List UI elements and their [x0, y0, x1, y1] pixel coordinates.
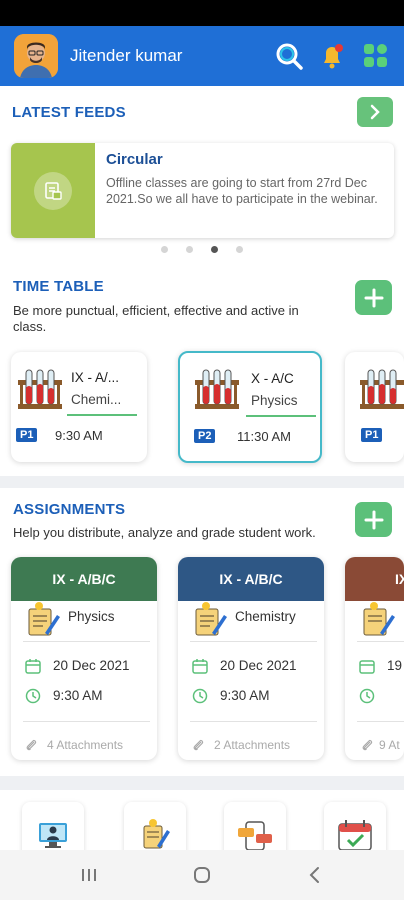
timetable-time: 9:30 AM — [55, 428, 103, 443]
bell-icon[interactable] — [316, 40, 348, 72]
divider — [357, 721, 404, 722]
assignments-description: Help you distribute, analyze and grade s… — [13, 525, 316, 540]
assignment-class: IX — [345, 557, 404, 601]
feed-heading: Circular — [106, 151, 163, 168]
system-navigation-bar — [0, 850, 404, 900]
calendar-icon — [25, 658, 41, 679]
clock-icon — [192, 688, 208, 709]
divider — [67, 414, 137, 416]
feed-image — [11, 143, 95, 238]
avatar[interactable] — [14, 34, 58, 78]
timetable-card[interactable]: IX - A/... Chemi... P1 9:30 AM — [11, 352, 147, 462]
feeds-next-button[interactable] — [357, 97, 393, 127]
clock-icon — [359, 688, 375, 709]
assignment-icon — [143, 819, 170, 849]
divider — [23, 641, 150, 642]
assignment-attachments[interactable]: 2 Attachments — [214, 738, 290, 752]
latest-feeds-section: LATEST FEEDS Circular Offline classes ar… — [0, 86, 404, 264]
assignment-subject: Chemistry — [235, 609, 296, 624]
divider — [357, 641, 404, 642]
period-badge: P1 — [16, 428, 38, 442]
add-timetable-button[interactable] — [355, 280, 392, 315]
divider — [246, 415, 316, 417]
assignment-icon — [358, 601, 398, 639]
clock-icon — [25, 688, 41, 709]
timetable-card-selected[interactable]: X - A/C Physics P2 11:30 AM — [178, 351, 322, 463]
assignment-date: 20 Dec 2021 — [220, 658, 297, 673]
home-icon[interactable] — [187, 862, 217, 888]
app-header: Jitender kumar — [0, 26, 404, 86]
pagination-dot[interactable] — [186, 246, 193, 253]
assignment-card[interactable]: IX - A/B/C Physics 20 Dec 2021 9:30 AM 4… — [11, 557, 157, 760]
chat-icon — [238, 821, 272, 851]
test-tubes-icon — [193, 366, 241, 417]
assignment-icon — [23, 601, 63, 639]
paperclip-icon — [25, 738, 37, 757]
timetable-description: Be more punctual, efficient, effective a… — [13, 303, 299, 334]
calendar-icon — [359, 658, 375, 679]
assignment-card[interactable]: IX 19 I — [345, 557, 404, 760]
assignment-attachments[interactable]: 9 At — [379, 738, 400, 752]
timetable-section: TIME TABLE Be more punctual, efficient, … — [0, 264, 404, 476]
timetable-subject: Chemi... — [71, 392, 122, 407]
notification-badge — [335, 44, 343, 52]
divider — [190, 641, 317, 642]
paperclip-icon — [361, 738, 373, 757]
apps-icon[interactable] — [360, 40, 392, 72]
assignment-date: 19 I — [387, 658, 404, 673]
recent-apps-icon[interactable] — [74, 862, 104, 888]
divider — [190, 721, 317, 722]
timetable-time: 11:30 AM — [237, 429, 291, 444]
search-icon[interactable] — [273, 40, 305, 72]
chevron-right-icon — [370, 104, 380, 120]
timetable-title: TIME TABLE — [13, 278, 104, 295]
assignment-attachments[interactable]: 4 Attachments — [47, 738, 123, 752]
user-name: Jitender kumar — [70, 46, 183, 65]
assignment-card[interactable]: IX - A/B/C Chemistry 20 Dec 2021 9:30 AM… — [178, 557, 324, 760]
pagination-dot[interactable] — [161, 246, 168, 253]
online-class-icon — [39, 823, 67, 848]
pagination-dot-active[interactable] — [211, 246, 218, 253]
add-assignment-button[interactable] — [355, 502, 392, 537]
timetable-subject: Physics — [251, 393, 298, 408]
test-tubes-icon — [16, 366, 64, 417]
document-icon — [45, 181, 62, 200]
feeds-title: LATEST FEEDS — [12, 104, 126, 121]
timetable-class: IX - A/... — [71, 370, 120, 385]
period-badge: P2 — [194, 429, 216, 443]
assignment-time: 9:30 AM — [53, 688, 103, 703]
assignments-title: ASSIGNMENTS — [13, 501, 126, 518]
calendar-icon — [338, 820, 372, 851]
assignment-time: 9:30 AM — [220, 688, 270, 703]
assignment-icon — [190, 601, 230, 639]
assignment-subject: Physics — [68, 609, 115, 624]
calendar-icon — [192, 658, 208, 679]
period-badge: P1 — [361, 428, 383, 442]
status-bar — [0, 0, 404, 26]
back-icon[interactable] — [300, 862, 330, 888]
feed-card[interactable]: Circular Offline classes are going to st… — [11, 143, 394, 238]
assignments-section: ASSIGNMENTS Help you distribute, analyze… — [0, 488, 404, 776]
feed-body: Offline classes are going to start from … — [106, 176, 378, 206]
test-tubes-icon — [358, 366, 404, 417]
feed-pagination — [0, 246, 404, 253]
timetable-class: X - A/C — [251, 371, 294, 386]
assignment-date: 20 Dec 2021 — [53, 658, 130, 673]
assignment-class: IX - A/B/C — [178, 557, 324, 601]
plus-icon — [364, 288, 383, 307]
divider — [23, 721, 150, 722]
quick-links-section — [0, 790, 404, 864]
paperclip-icon — [192, 738, 204, 757]
assignment-class: IX - A/B/C — [11, 557, 157, 601]
plus-icon — [364, 510, 383, 529]
timetable-card[interactable]: P1 — [345, 352, 404, 462]
pagination-dot[interactable] — [236, 246, 243, 253]
